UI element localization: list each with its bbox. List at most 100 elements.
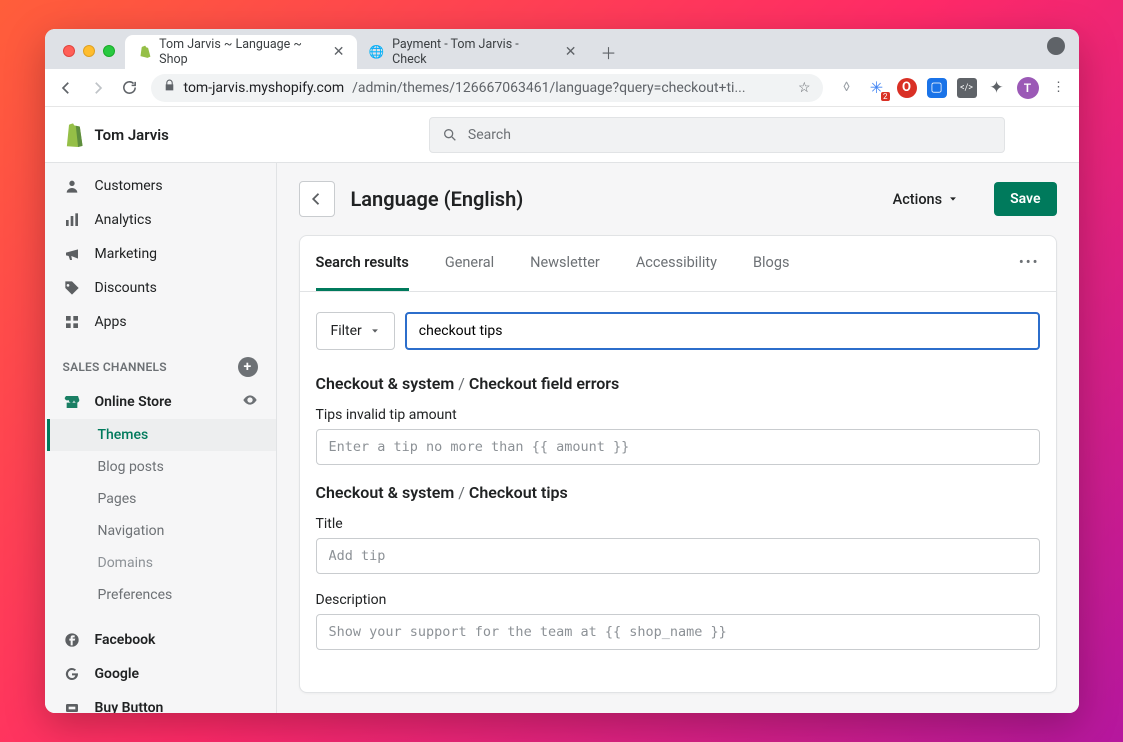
forward-button[interactable] xyxy=(87,77,109,99)
extension-icon[interactable]: ▢ xyxy=(927,78,947,98)
search-icon xyxy=(442,127,458,143)
maximize-window[interactable] xyxy=(103,45,115,57)
kebab-menu-icon[interactable]: ⋮ xyxy=(1049,78,1069,98)
sidebar-label: Google xyxy=(95,666,140,682)
page-header: Language (English) Actions Save xyxy=(299,181,1057,217)
tab-accessibility[interactable]: Accessibility xyxy=(636,236,717,291)
reload-button[interactable] xyxy=(119,77,141,99)
tab-overflow xyxy=(1033,37,1079,69)
sidebar-sub-domains[interactable]: Domains xyxy=(50,547,276,579)
language-search-input[interactable] xyxy=(405,312,1040,350)
field-input[interactable] xyxy=(316,429,1040,465)
tag-icon xyxy=(63,280,81,296)
extension-icon[interactable]: ✳2 xyxy=(867,78,887,98)
sidebar-item-apps[interactable]: Apps xyxy=(45,305,276,339)
sidebar-label: Customers xyxy=(95,178,163,194)
tab-search-results[interactable]: Search results xyxy=(316,236,409,291)
sidebar-item-buy-button[interactable]: Buy Button xyxy=(45,691,276,713)
browser-tab[interactable]: 🌐 Payment - Tom Jarvis - Check ✕ xyxy=(357,35,589,69)
search-placeholder: Search xyxy=(468,127,511,143)
sidebar-item-facebook[interactable]: Facebook xyxy=(45,623,276,657)
global-search[interactable]: Search xyxy=(429,117,1005,153)
extensions-puzzle-icon[interactable]: ✦ xyxy=(987,78,1007,98)
sidebar-label: Marketing xyxy=(95,246,158,262)
actions-dropdown[interactable]: Actions xyxy=(887,183,964,216)
account-icon[interactable] xyxy=(1047,37,1065,55)
sidebar-label: Analytics xyxy=(95,212,152,228)
window-controls xyxy=(57,45,125,69)
shopify-favicon-icon xyxy=(137,44,152,60)
browser-tabs: Tom Jarvis ~ Language ~ Shop ✕ 🌐 Payment… xyxy=(125,29,623,69)
field-description: Description xyxy=(316,592,1040,650)
lock-icon xyxy=(163,79,176,96)
minimize-window[interactable] xyxy=(83,45,95,57)
sidebar-item-online-store[interactable]: Online Store xyxy=(45,385,276,419)
field-label: Description xyxy=(316,592,1040,608)
section-heading: Checkout & system/Checkout tips xyxy=(316,483,1040,502)
sidebar-sub-navigation[interactable]: Navigation xyxy=(50,515,276,547)
extension-icon[interactable]: </> xyxy=(957,78,977,98)
close-tab-icon[interactable]: ✕ xyxy=(565,44,577,60)
sidebar-item-customers[interactable]: Customers xyxy=(45,169,276,203)
field-label: Tips invalid tip amount xyxy=(316,407,1040,423)
sidebar: Customers Analytics Marketing Discounts … xyxy=(45,163,277,713)
url-field[interactable]: tom-jarvis.myshopify.com/admin/themes/12… xyxy=(151,74,823,102)
extension-icon[interactable]: ◊ xyxy=(837,78,857,98)
person-icon xyxy=(63,178,81,194)
sidebar-item-discounts[interactable]: Discounts xyxy=(45,271,276,305)
field-tips-invalid-amount: Tips invalid tip amount xyxy=(316,407,1040,465)
profile-avatar[interactable]: T xyxy=(1017,77,1039,99)
sales-channels-heading: SALES CHANNELS + xyxy=(45,339,276,385)
star-icon[interactable]: ☆ xyxy=(798,80,811,96)
sidebar-label: Facebook xyxy=(95,632,156,648)
address-bar: tom-jarvis.myshopify.com/admin/themes/12… xyxy=(45,69,1079,107)
sidebar-sub-themes[interactable]: Themes xyxy=(47,419,276,451)
sidebar-item-marketing[interactable]: Marketing xyxy=(45,237,276,271)
buy-button-icon xyxy=(63,700,81,713)
store-switcher[interactable]: Tom Jarvis xyxy=(61,123,169,147)
language-card: Search results General Newsletter Access… xyxy=(299,235,1057,693)
back-button[interactable] xyxy=(55,77,77,99)
grid-icon xyxy=(63,314,81,330)
extension-icon[interactable]: O xyxy=(897,78,917,98)
section-heading: Checkout & system/Checkout field errors xyxy=(316,374,1040,393)
facebook-icon xyxy=(63,632,81,648)
eye-icon[interactable] xyxy=(242,392,258,412)
sidebar-sub-blog-posts[interactable]: Blog posts xyxy=(50,451,276,483)
sidebar-label: Apps xyxy=(95,314,127,330)
store-icon xyxy=(63,394,81,410)
card-body: Filter Checkout & system/Checkout field … xyxy=(300,292,1056,692)
heading-text: SALES CHANNELS xyxy=(63,360,167,374)
tab-strip: Tom Jarvis ~ Language ~ Shop ✕ 🌐 Payment… xyxy=(45,29,1079,69)
browser-window: Tom Jarvis ~ Language ~ Shop ✕ 🌐 Payment… xyxy=(45,29,1079,713)
sidebar-sub-preferences[interactable]: Preferences xyxy=(50,579,276,611)
sidebar-item-analytics[interactable]: Analytics xyxy=(45,203,276,237)
store-name: Tom Jarvis xyxy=(95,126,169,144)
close-tab-icon[interactable]: ✕ xyxy=(333,44,345,60)
close-window[interactable] xyxy=(63,45,75,57)
extension-row: ◊ ✳2 O ▢ </> ✦ T ⋮ xyxy=(837,77,1069,99)
sidebar-label: Discounts xyxy=(95,280,157,296)
tab-general[interactable]: General xyxy=(445,236,494,291)
add-channel-button[interactable]: + xyxy=(238,357,258,377)
shopify-body: Customers Analytics Marketing Discounts … xyxy=(45,163,1079,713)
caret-down-icon xyxy=(370,326,380,336)
sidebar-label: Online Store xyxy=(95,394,172,410)
sidebar-label: Buy Button xyxy=(95,700,164,713)
browser-tab-active[interactable]: Tom Jarvis ~ Language ~ Shop ✕ xyxy=(125,35,357,69)
sidebar-sub-pages[interactable]: Pages xyxy=(50,483,276,515)
field-input[interactable] xyxy=(316,538,1040,574)
main-content: Language (English) Actions Save Search r… xyxy=(277,163,1079,713)
tab-newsletter[interactable]: Newsletter xyxy=(530,236,600,291)
sidebar-item-google[interactable]: Google xyxy=(45,657,276,691)
tab-blogs[interactable]: Blogs xyxy=(753,236,789,291)
tab-title: Tom Jarvis ~ Language ~ Shop xyxy=(159,37,319,67)
save-button[interactable]: Save xyxy=(994,182,1056,216)
filter-button[interactable]: Filter xyxy=(316,312,395,350)
tab-title: Payment - Tom Jarvis - Check xyxy=(392,37,551,67)
back-button[interactable] xyxy=(299,181,335,217)
tab-overflow[interactable]: ••• xyxy=(1019,236,1040,291)
field-input[interactable] xyxy=(316,614,1040,650)
url-path: /admin/themes/126667063461/language?quer… xyxy=(352,80,745,96)
new-tab-button[interactable]: ＋ xyxy=(595,38,623,66)
